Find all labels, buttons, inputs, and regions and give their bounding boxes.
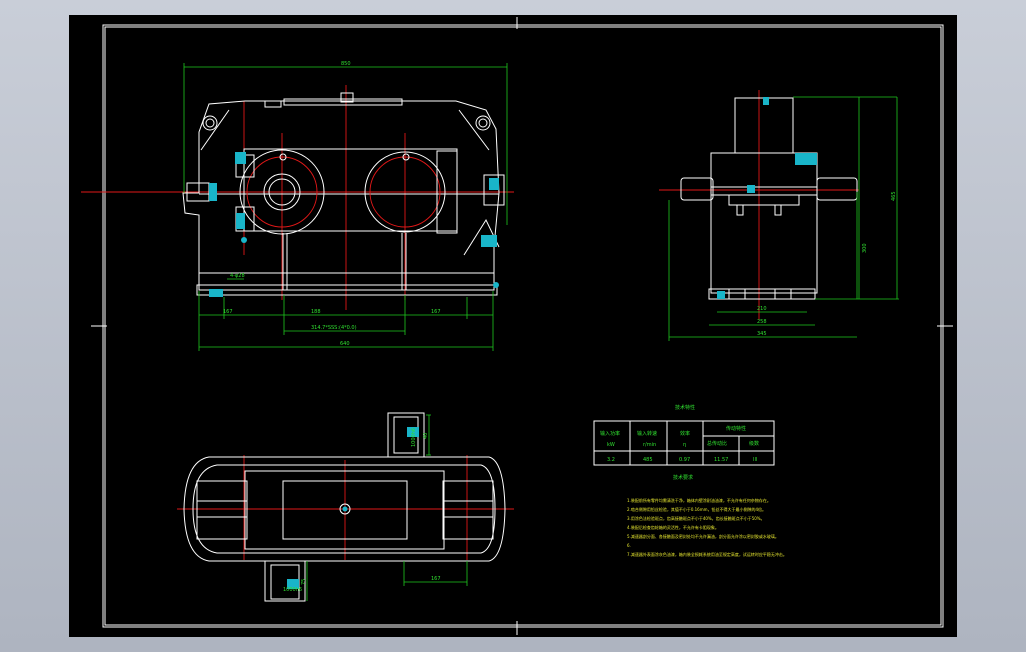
drawing-sheet: 850 640 167 188 167 314.7*SSS:(4*0.0) 4-… (69, 15, 957, 637)
dim-overall-width: 850 (341, 61, 351, 67)
dim-center-height: 300 (862, 243, 868, 253)
note-line: 2.啮合侧隙用铅丝检验，其值不小于0.16mm，铅丝不得大于最小侧隙的4倍。 (627, 506, 766, 512)
dim-base-mid: 258 (757, 319, 767, 325)
spec-value-efficiency: 0.97 (679, 457, 690, 463)
label-key-bottom: 1000h6 (283, 587, 302, 593)
cad-drawing: 850 640 167 188 167 314.7*SSS:(4*0.0) 4-… (81, 17, 953, 635)
note-line: 5.减速器剖分面、各接触面及密封处均不允许漏油，剖分面允许涂以密封胶或水玻璃。 (627, 533, 779, 539)
spec-table-title: 技术特性 (675, 404, 695, 411)
spec-value-stages: III (753, 457, 757, 463)
top-view: 40 1000h6 75 1000h6 167 (177, 412, 514, 602)
front-view: 850 640 167 188 167 314.7*SSS:(4*0.0) 4-… (81, 61, 514, 351)
drawing-frame (91, 17, 953, 635)
dim-height: 465 (891, 191, 897, 201)
note-line: 7.减速器外表面涂灰色油漆，箱内装全损耗系统用油至规定高度，试运转时应平稳无冲击… (627, 551, 787, 557)
spec-table: 技术特性 输入功率 输入转速 效率 传动特性 总传动比 级数 kW r/min … (593, 404, 775, 466)
dim-foot-right: 167 (431, 309, 441, 315)
spec-header-power: 输入功率 (600, 430, 620, 437)
dim-base-outer: 345 (757, 331, 767, 337)
spec-subheader-stages: 级数 (749, 440, 759, 447)
dim-shaft-bottom: 75 (301, 579, 307, 585)
dim-base-length: 640 (340, 341, 350, 347)
spec-value-speed: 485 (643, 457, 653, 463)
note-line: 3.用涂色法检验斑点，齿高接触斑点不小于40%，齿长接触斑点不小于50%。 (627, 515, 765, 521)
spec-header-efficiency: 效率 (680, 430, 690, 437)
dim-shaft-top: 40 (423, 433, 429, 439)
notes-title: 技术要求 (673, 474, 693, 481)
tech-notes: 技术要求 1.装配前所有零件均需清洗干净，箱体内壁涂耐油油漆，不允许有任何杂物存… (627, 474, 787, 557)
note-line: 1.装配前所有零件均需清洗干净，箱体内壁涂耐油油漆，不允许有任何杂物存在。 (627, 497, 771, 503)
spec-header-transmission: 传动特性 (726, 425, 746, 432)
dim-shaft-center: 314.7*SSS:(4*0.0) (311, 325, 357, 331)
dim-foot-label: 4-φ28 (230, 273, 245, 279)
dim-right: 167 (431, 576, 441, 582)
spec-value-power: 3.2 (607, 457, 615, 463)
spec-header-speed: 输入转速 (637, 430, 657, 437)
label-key-top: 1000h6 (411, 428, 417, 447)
spec-subheader-ratio: 总传动比 (707, 440, 727, 447)
spec-value-ratio: 11.57 (714, 457, 728, 463)
side-view: 465 300 210 258 345 (659, 90, 899, 341)
note-line: 4.装配后检查齿轮箱的灵活性，不允许有卡阻现象。 (627, 524, 719, 530)
dim-foot-left: 167 (223, 309, 233, 315)
dim-foot-center: 188 (311, 309, 321, 315)
dim-base-inner: 210 (757, 306, 767, 312)
note-line: 6. (627, 543, 631, 548)
spec-unit-efficiency: η (683, 442, 686, 448)
spec-unit-speed: r/min (643, 442, 656, 448)
spec-unit-power: kW (607, 442, 615, 448)
